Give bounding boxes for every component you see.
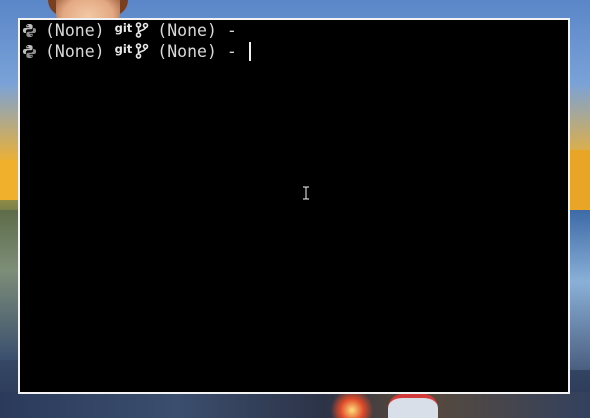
python-env-text: (None): [45, 20, 105, 40]
python-env-text: (None): [45, 41, 105, 61]
terminal-window[interactable]: (None) git (None) - (None) git (None) -: [18, 18, 570, 394]
text-cursor: [248, 41, 251, 61]
wallpaper-spark: [330, 392, 374, 418]
wallpaper-bottom-scene: [0, 392, 590, 418]
git-branch-icon: [135, 22, 149, 38]
wallpaper-robot: [388, 394, 438, 418]
python-icon: [22, 44, 37, 58]
git-branch-text: (None): [157, 20, 217, 40]
git-label: git: [114, 42, 133, 56]
prompt-line-2: (None) git (None) -: [22, 41, 251, 61]
python-icon: [22, 23, 37, 37]
prompt-suffix: -: [226, 41, 237, 61]
git-branch-text: (None): [157, 41, 217, 61]
i-beam-cursor-icon: [303, 186, 309, 200]
git-label: git: [114, 21, 133, 35]
prompt-line-1: (None) git (None) -: [22, 20, 237, 40]
git-branch-icon: [135, 43, 149, 59]
prompt-suffix: -: [226, 20, 237, 40]
terminal-output-area[interactable]: (None) git (None) - (None) git (None) -: [20, 20, 568, 392]
